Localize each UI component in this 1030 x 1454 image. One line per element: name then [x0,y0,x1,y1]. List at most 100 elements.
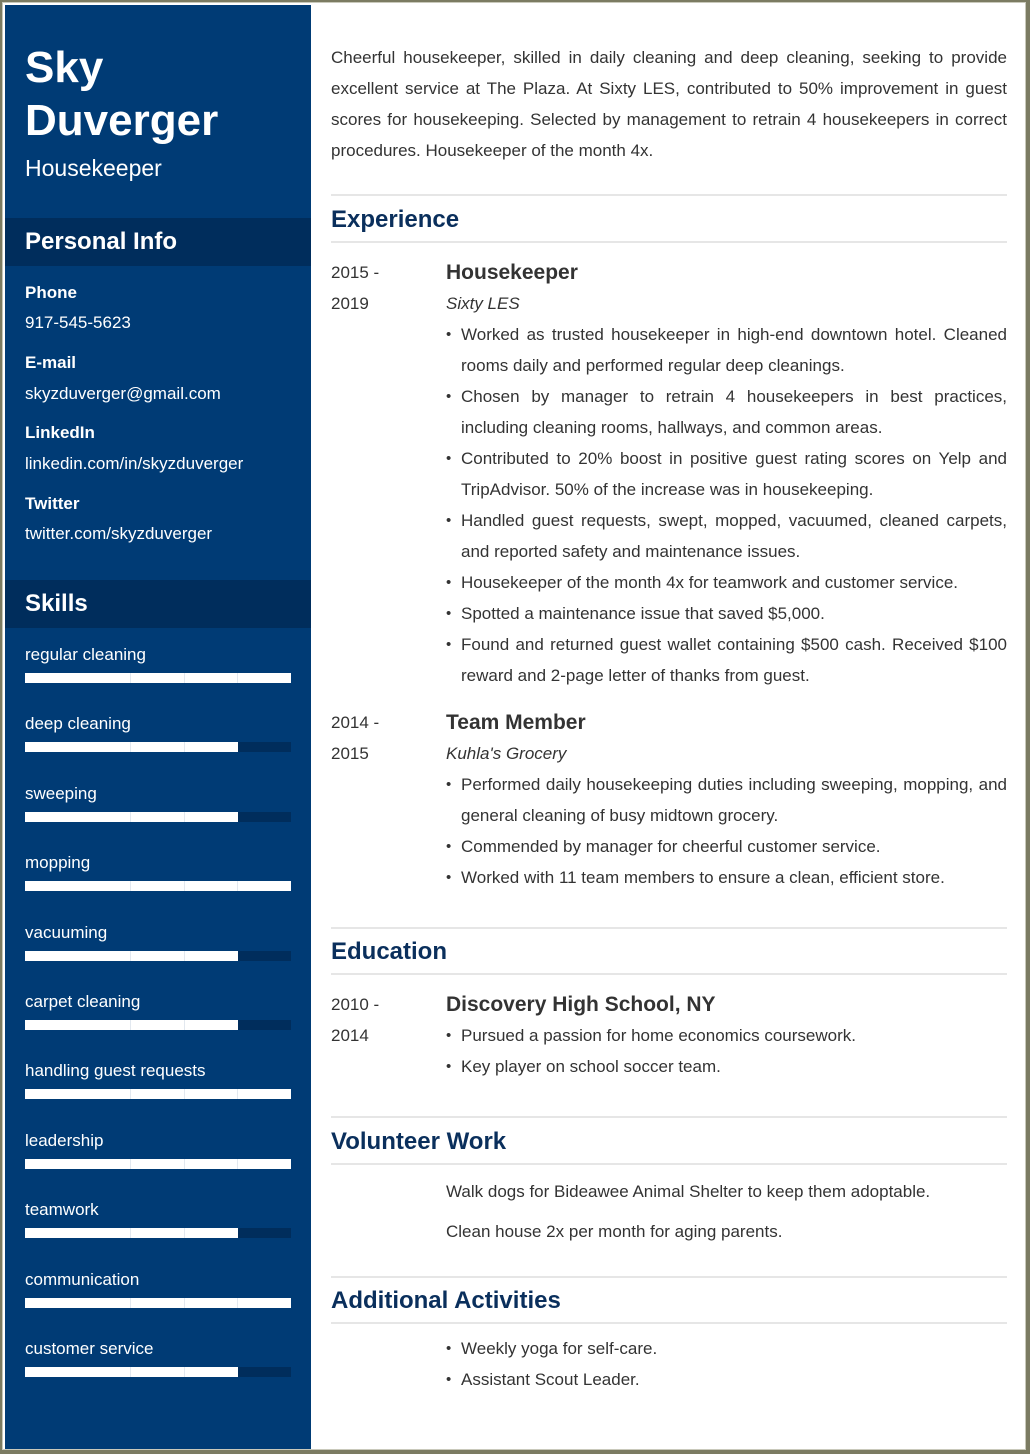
skill-level-fill [25,881,132,892]
divider [331,1322,1007,1324]
skill-name: vacuuming [25,922,108,942]
job-2-bullets: Performed daily housekeeping duties incl… [446,769,1007,893]
education-bullets: Pursued a passion for home economics cou… [446,1020,1007,1082]
skill-item: sweeping [25,783,291,822]
skill-name: teamwork [25,1200,99,1220]
divider [331,241,1007,243]
skill-level-bar [25,1089,291,1100]
divider [331,194,1007,196]
job-2-date: 2014 - 2015 [331,707,379,769]
skill-level-fill [184,1228,238,1239]
list-item: Found and returned guest wallet containi… [446,629,1007,691]
skill-level-fill [131,1020,185,1030]
skill-level-bar [25,742,291,753]
divider [331,1276,1007,1278]
skill-name: sweeping [25,783,97,803]
job-1-bullets: Worked as trusted housekeeper in high-en… [446,319,1007,691]
skill-name: customer service [25,1339,154,1358]
skill-level-fill [131,1228,185,1239]
skill-item: regular cleaning [25,645,291,683]
skill-level-fill [184,1020,238,1030]
skill-item: mopping [25,853,291,892]
skill-level-fill [184,1297,238,1308]
skill-item: communication [25,1269,291,1308]
list-item: Commended by manager for cheerful custom… [446,831,1007,862]
divider [331,1163,1007,1165]
phone-label: Phone [25,283,77,302]
list-item: Worked with 11 team members to ensure a … [446,862,1007,893]
last-name: Duverger [25,96,219,145]
first-name: Sky [25,43,104,92]
activities-bullets: Weekly yoga for self-care. Assistant Sco… [446,1333,1007,1395]
skill-item: teamwork [25,1200,291,1239]
skill-level-fill [184,1367,238,1377]
skill-name: communication [25,1269,140,1289]
divider [331,973,1007,975]
skill-level-bar [25,950,291,961]
skill-level-bar [25,1367,291,1377]
skill-level-fill [184,1089,238,1100]
email-value[interactable]: skyzduverger@gmail.com [25,384,221,404]
list-item: Chosen by manager to retrain 4 housekeep… [446,381,1007,443]
job-1-date-end: 2019 [331,294,369,313]
skill-level-fill [184,950,238,961]
skill-level-fill [25,1089,132,1100]
school-name: Discovery High School, NY [446,993,716,1016]
skill-item: vacuuming [25,922,291,961]
skill-level-fill [25,1020,132,1030]
activities-entry: Weekly yoga for self-care. Assistant Sco… [446,1333,1007,1395]
education-date-start: 2010 - [331,995,380,1014]
skill-level-fill [131,673,185,683]
skill-level-bar [25,811,291,822]
skills-heading: Skills [5,580,311,628]
skill-level-fill [184,881,238,892]
skill-level-fill [131,1367,185,1377]
job-2-date-end: 2015 [331,744,369,763]
skill-level-fill [237,1158,291,1169]
skill-level-fill [237,673,291,683]
divider [331,927,1007,929]
skill-level-fill [237,1089,291,1100]
education-date-end: 2014 [331,1026,369,1045]
job-1-title: Housekeeper [446,261,578,284]
skill-level-fill [25,673,132,683]
experience-heading: Experience [331,206,460,233]
skill-level-fill [131,1158,185,1169]
skill-level-fill [131,811,185,822]
job-title: Housekeeper [25,155,162,181]
volunteer-item: Clean house 2x per month for aging paren… [446,1222,783,1241]
list-item: Contributed to 20% boost in positive gue… [446,443,1007,505]
skill-level-fill [25,1158,132,1169]
list-item: Spotted a maintenance issue that saved $… [446,598,1007,629]
skill-level-bar [25,1158,291,1169]
twitter-value[interactable]: twitter.com/skyzduverger [25,524,212,544]
skill-level-fill [184,1158,238,1169]
personal-info-heading: Personal Info [5,218,311,266]
list-item: Handled guest requests, swept, mopped, v… [446,505,1007,567]
email-label: E-mail [25,353,77,372]
skill-name: mopping [25,853,91,873]
skill-level-bar [25,1020,291,1030]
list-item: Pursued a passion for home economics cou… [446,1020,1007,1051]
skill-level-fill [184,811,238,822]
education-entry: Discovery High School, NY Pursued a pass… [446,989,1007,1082]
job-1-date: 2015 - 2019 [331,257,379,319]
job-1-date-start: 2015 - [331,263,380,282]
skill-level-fill [25,742,132,753]
skill-level-fill [237,1297,291,1308]
skill-level-fill [25,1228,132,1239]
skill-name: leadership [25,1130,104,1150]
sidebar: Sky Duverger Housekeeper Personal Info P… [5,5,311,1449]
linkedin-value[interactable]: linkedin.com/in/skyzduverger [25,454,243,474]
education-heading: Education [331,938,448,965]
skill-name: deep cleaning [25,714,131,734]
summary-text: Cheerful housekeeper, skilled in daily c… [331,48,1007,160]
activities-heading: Additional Activities [331,1287,561,1314]
skill-item: leadership [25,1130,291,1169]
education-date: 2010 - 2014 [331,989,379,1051]
skill-level-fill [131,742,185,753]
divider [331,1116,1007,1118]
skill-level-fill [25,950,132,961]
skill-level-fill [184,742,238,753]
phone-value[interactable]: 917-545-5623 [25,313,131,333]
